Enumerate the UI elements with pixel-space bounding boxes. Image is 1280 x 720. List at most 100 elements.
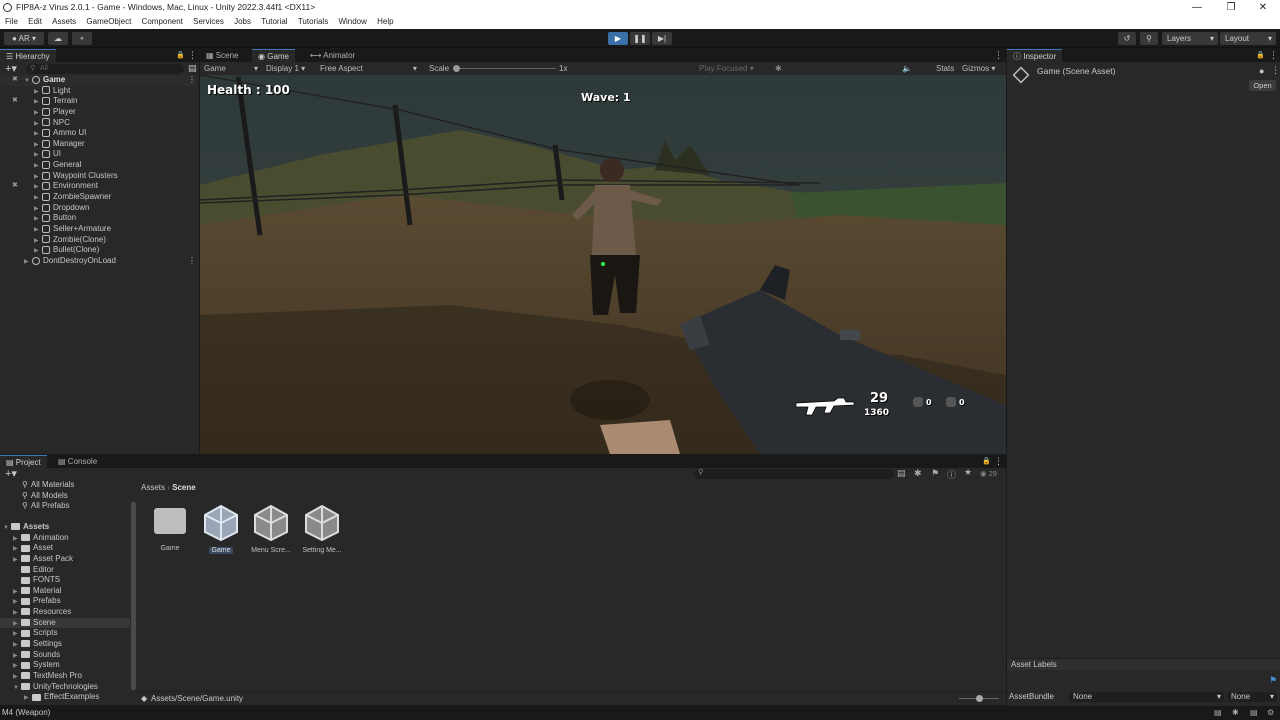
project-folder-row[interactable]: ▶ TextMesh Pro [0, 671, 130, 682]
play-button[interactable]: ▶ [608, 32, 628, 45]
asset-scene-menu[interactable]: Menu Scre... [246, 504, 296, 554]
maximize-icon[interactable]: ❐ [1214, 0, 1248, 15]
open-button[interactable]: Open [1249, 80, 1276, 91]
help-icon[interactable]: ● [1259, 66, 1264, 76]
menu-tutorial[interactable]: Tutorial [261, 17, 287, 26]
asset-scene-game[interactable]: Game [196, 504, 246, 554]
project-folder-row[interactable]: Editor [0, 565, 130, 576]
icon-size-slider-handle[interactable] [976, 695, 983, 702]
kebab-menu-icon[interactable]: ⋮ [188, 50, 197, 61]
kebab-menu-icon[interactable]: ⋮ [994, 456, 1003, 467]
tab-inspector[interactable]: ⓘ Inspector [1007, 49, 1063, 62]
aspect-dropdown[interactable]: Free Aspect ▾ [320, 62, 417, 75]
expand-arrow-icon[interactable]: ▶ [24, 693, 32, 704]
favorite-all-materials[interactable]: ⚲ All Materials [0, 480, 130, 491]
menu-gameobject[interactable]: GameObject [86, 17, 131, 26]
info-icon[interactable]: ⓘ [947, 468, 956, 481]
project-folder-row[interactable]: ▶ Scripts [0, 628, 130, 639]
project-search-input[interactable]: ⚲ [694, 469, 894, 479]
cloud-button[interactable]: ☁ [48, 32, 68, 45]
tree-row-game[interactable]: ✖ ▼ Game ⋮ [0, 75, 196, 86]
menu-component[interactable]: Component [142, 17, 183, 26]
collab-button[interactable]: ⚬ [72, 32, 92, 45]
lock-icon[interactable]: 🔒 [982, 457, 991, 465]
pause-button[interactable]: ❚❚ [630, 32, 650, 45]
tree-row-item[interactable]: ▶ UI [0, 149, 196, 160]
scale-slider-handle[interactable] [453, 65, 460, 72]
progress-icon[interactable]: ▤ [1214, 706, 1222, 720]
tree-row-item[interactable]: ▶ Manager [0, 139, 196, 150]
project-folder-row[interactable]: ▶ EffectExamples [0, 692, 130, 703]
kebab-menu-icon[interactable]: ⋮ [994, 50, 1003, 61]
project-folder-row[interactable]: ▶ Asset [0, 543, 130, 554]
lock-icon[interactable]: 🔒 [1256, 51, 1265, 59]
eye-icon[interactable]: ✖ [12, 75, 18, 86]
tree-row-item[interactable]: ▶ Player [0, 107, 196, 118]
menu-help[interactable]: Help [377, 17, 393, 26]
tree-row-item[interactable]: ✖ ▶ Terrain [0, 96, 196, 107]
tree-scrollbar[interactable] [131, 502, 136, 690]
tab-scene[interactable]: ▦ Scene [200, 49, 244, 62]
favorite-all-models[interactable]: ⚲ All Models [0, 491, 130, 502]
search-button[interactable]: ⚲ [1140, 32, 1158, 45]
assets-root[interactable]: ▼ Assets [0, 522, 130, 533]
tree-row-item[interactable]: ▶ Light [0, 86, 196, 97]
expand-arrow-icon[interactable]: ▶ [24, 257, 32, 268]
menu-window[interactable]: Window [338, 17, 366, 26]
kebab-menu-icon[interactable]: ⋮ [188, 75, 196, 86]
account-button[interactable]: ● AR ▾ [4, 32, 44, 45]
layers-dropdown[interactable]: Layers ▾ [1162, 32, 1218, 45]
favorite-icon[interactable]: ★ [964, 467, 972, 478]
menu-services[interactable]: Services [193, 17, 224, 26]
project-folder-row[interactable]: ▶ Settings [0, 639, 130, 650]
tag-icon[interactable]: ⚑ [1269, 675, 1277, 686]
audio-icon[interactable]: 🔈 [902, 62, 912, 75]
tag-icon[interactable]: ⚑ [931, 468, 939, 479]
tree-row-item[interactable]: ▶ Waypoint Clusters [0, 171, 196, 182]
kebab-menu-icon[interactable]: ⋮ [1271, 65, 1280, 76]
tree-row-item[interactable]: ▶ ZombieSpawner [0, 192, 196, 203]
close-icon[interactable]: ✕ [1246, 0, 1280, 15]
lock-icon[interactable]: 🔒 [176, 51, 185, 59]
layout-dropdown[interactable]: Layout ▾ [1220, 32, 1276, 45]
asset-variant-dropdown[interactable]: None ▾ [1227, 692, 1277, 702]
visibility-icon[interactable]: ✖ [12, 181, 18, 192]
asset-folder-game[interactable]: Game [145, 504, 195, 552]
kebab-menu-icon[interactable]: ⋮ [188, 256, 196, 267]
minimize-icon[interactable]: — [1180, 0, 1214, 15]
breadcrumb-scene[interactable]: Scene [172, 483, 196, 492]
menu-edit[interactable]: Edit [28, 17, 42, 26]
play-focused-dropdown[interactable]: Play Focused ▾ [699, 62, 754, 75]
kebab-menu-icon[interactable]: ⋮ [1269, 50, 1278, 61]
project-folder-row[interactable]: ▶ Animation [0, 533, 130, 544]
game-mode-dropdown[interactable]: Game ▾ [204, 62, 258, 75]
favorite-all-prefabs[interactable]: ⚲ All Prefabs [0, 501, 130, 512]
stats-toggle[interactable]: Stats [936, 62, 954, 75]
tab-hierarchy[interactable]: ☰ Hierarchy [0, 49, 56, 62]
project-folder-row[interactable]: ▶ System [0, 660, 130, 671]
step-button[interactable]: ▶| [652, 32, 672, 45]
tree-row-item[interactable]: ✖ ▶ Environment [0, 181, 196, 192]
project-folder-row[interactable]: ▶ Asset Pack [0, 554, 130, 565]
tab-game[interactable]: ◉ Game [252, 49, 296, 62]
tree-row-item[interactable]: ▶ NPC [0, 118, 196, 129]
gizmos-dropdown[interactable]: Gizmos ▾ [962, 62, 995, 75]
tree-row-item[interactable]: ▶ Seller+Armature [0, 224, 196, 235]
tree-row-item[interactable]: ▶ Ammo UI [0, 128, 196, 139]
mode-icon[interactable]: ▤ [1250, 706, 1258, 720]
project-folder-row[interactable]: FONTS [0, 575, 130, 586]
icon-size-slider[interactable] [959, 695, 999, 702]
asset-scene-setting[interactable]: Setting Me... [297, 504, 347, 554]
history-button[interactable]: ↺ [1118, 32, 1136, 45]
game-render[interactable]: Health : 100 Wave: 1 29 1360 0 0 [200, 75, 1006, 454]
breadcrumb-assets[interactable]: Assets [141, 483, 165, 492]
hierarchy-search-input[interactable]: ⚲ All [26, 64, 184, 74]
tree-row-item[interactable]: ▶ General [0, 160, 196, 171]
tree-row-item[interactable]: ▶ Bullet(Clone) [0, 245, 196, 256]
scale-slider[interactable] [453, 65, 556, 72]
project-folder-row[interactable]: ▶ Material [0, 586, 130, 597]
tree-row-item[interactable]: ▶ Zombie(Clone) [0, 235, 196, 246]
tab-console[interactable]: ▤ Console [52, 455, 103, 468]
bug-icon[interactable]: ✱ [1232, 706, 1239, 720]
menu-assets[interactable]: Assets [52, 17, 76, 26]
